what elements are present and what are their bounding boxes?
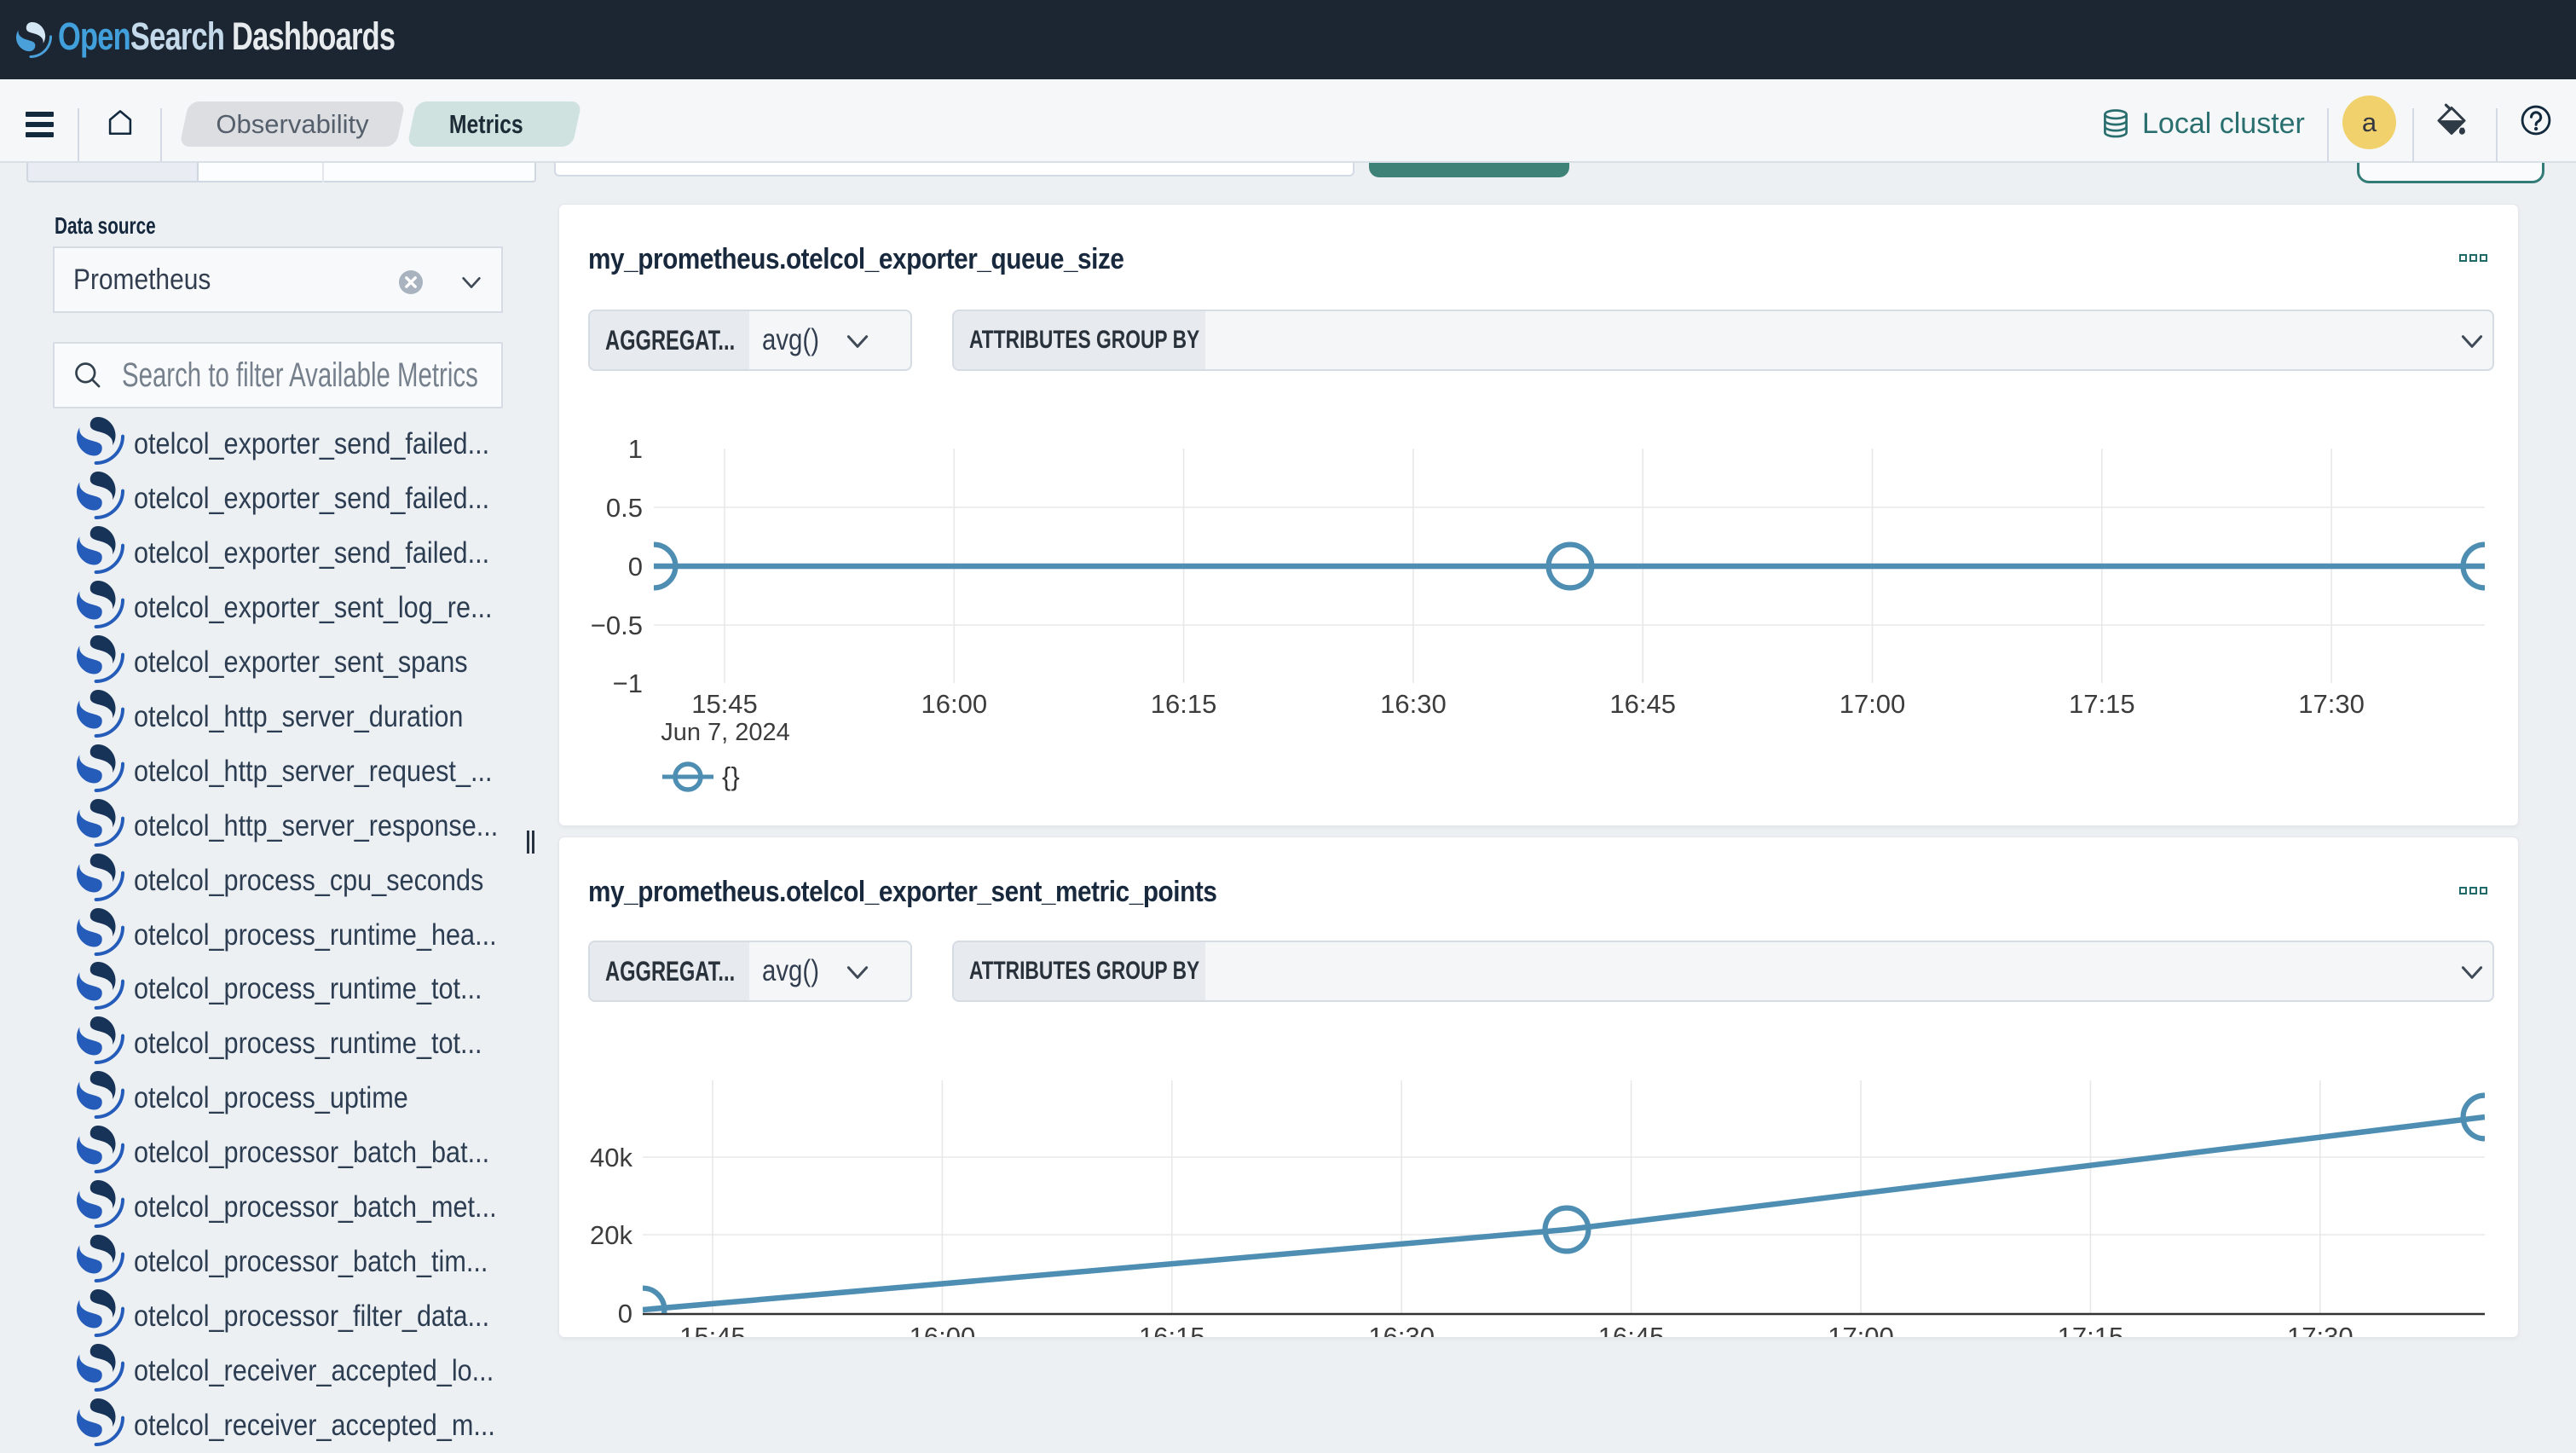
svg-text:0: 0 [628,552,643,582]
svg-text:17:15: 17:15 [2058,1322,2124,1338]
svg-text:16:45: 16:45 [1609,689,1676,719]
svg-text:16:30: 16:30 [1368,1322,1435,1338]
svg-text:20k: 20k [590,1220,632,1250]
svg-text:16:30: 16:30 [1380,689,1447,719]
svg-text:17:00: 17:00 [1828,1322,1894,1338]
svg-text:17:30: 17:30 [2298,689,2365,719]
svg-text:17:15: 17:15 [2069,689,2135,719]
svg-text:40k: 40k [590,1143,632,1172]
svg-text:−0.5: −0.5 [591,611,643,640]
svg-text:16:00: 16:00 [910,1322,976,1338]
svg-text:Jun 7, 2024: Jun 7, 2024 [661,719,790,746]
svg-text:15:45: 15:45 [691,689,758,719]
svg-text:1: 1 [628,434,643,464]
svg-text:16:15: 16:15 [1151,689,1217,719]
svg-text:17:00: 17:00 [1840,689,1906,719]
svg-text:−1: −1 [613,669,643,698]
svg-text:17:30: 17:30 [2287,1322,2354,1338]
svg-text:0.5: 0.5 [606,493,643,523]
svg-text:0: 0 [618,1299,632,1329]
svg-text:16:45: 16:45 [1598,1322,1665,1338]
svg-text:16:00: 16:00 [921,689,988,719]
svg-text:16:15: 16:15 [1139,1322,1205,1338]
svg-text:{}: {} [722,761,740,791]
svg-text:15:45: 15:45 [679,1322,746,1338]
